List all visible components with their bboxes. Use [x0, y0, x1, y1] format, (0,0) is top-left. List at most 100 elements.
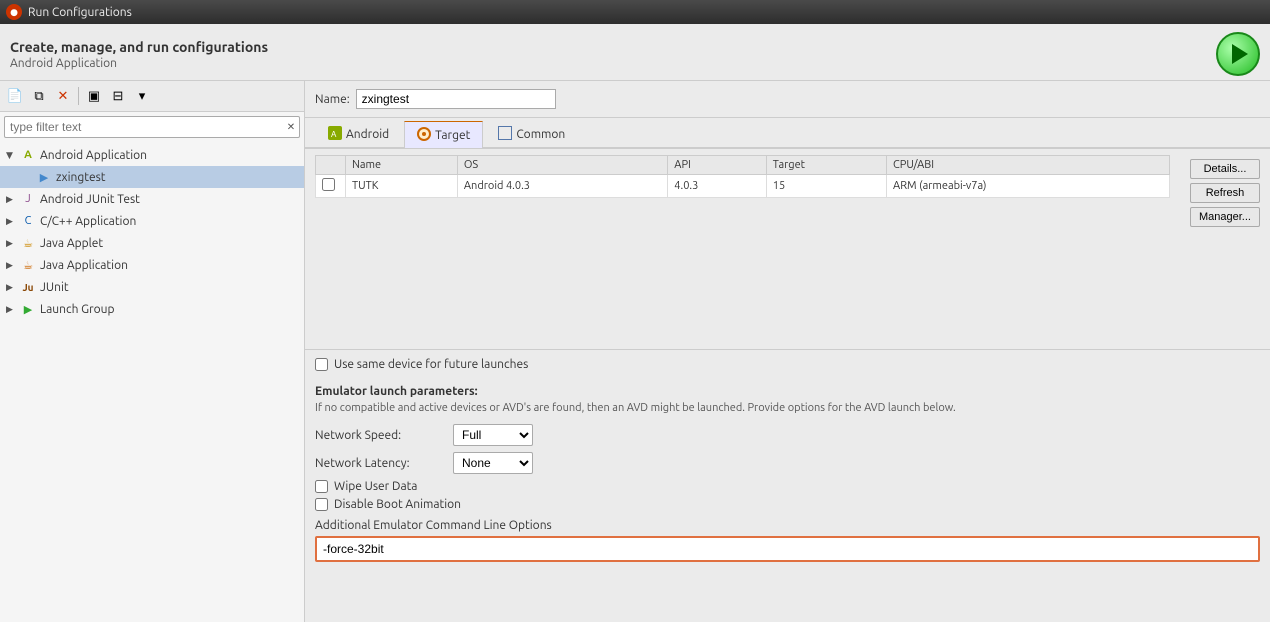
cmdline-input[interactable]: [315, 536, 1260, 562]
collapse-icon: ⊟: [113, 88, 124, 104]
toolbar-sep-1: [78, 87, 79, 105]
sidebar: 📄 ⧉ ✕ ▣ ⊟ ▾: [0, 81, 305, 622]
header-title: Create, manage, and run configurations: [10, 39, 268, 55]
title-bar: ● Run Configurations: [0, 0, 1270, 24]
row-target-cell: 15: [766, 175, 886, 198]
new-config-button[interactable]: 📄: [4, 85, 26, 107]
tree-group-launch-header[interactable]: ▶ ▶ Launch Group: [0, 298, 304, 320]
tree-group-launch: ▶ ▶ Launch Group: [0, 298, 304, 320]
expand-icon-junit2: ▶: [6, 282, 16, 293]
sidebar-toolbar: 📄 ⧉ ✕ ▣ ⊟ ▾: [0, 81, 304, 112]
name-row: Name:: [305, 81, 1270, 118]
tab-target-label: Target: [435, 129, 470, 142]
launch-icon: ▶: [20, 301, 36, 317]
wipe-user-data-label: Wipe User Data: [334, 480, 417, 493]
window-title: Run Configurations: [28, 6, 132, 19]
content-area: 📄 ⧉ ✕ ▣ ⊟ ▾: [0, 81, 1270, 622]
tree-group-android-header[interactable]: ▼ A Android Application: [0, 144, 304, 166]
tree-group-cpp: ▶ C C/C++ Application: [0, 210, 304, 232]
network-speed-select[interactable]: Full GPRS EDGE UMTS HSPDA LTE EVDO: [453, 424, 533, 446]
row-api-cell: 4.0.3: [668, 175, 766, 198]
tree-item-zxingtest-label: zxingtest: [56, 171, 106, 184]
duplicate-icon: ⧉: [34, 88, 43, 104]
java-applet-icon: ☕: [20, 235, 36, 251]
expand-icon-java-app: ▶: [6, 260, 16, 271]
collapse-button[interactable]: ⊟: [107, 85, 129, 107]
new-icon: 📄: [7, 88, 23, 104]
emulator-section: Emulator launch parameters: If no compat…: [305, 379, 1270, 622]
refresh-button[interactable]: Refresh: [1190, 183, 1260, 203]
common-tab-icon: [498, 126, 512, 143]
tree-group-android-junit: ▶ J Android JUnit Test: [0, 188, 304, 210]
header-subtitle: Android Application: [10, 57, 268, 70]
name-input[interactable]: [356, 89, 556, 109]
filter-button[interactable]: ▣: [83, 85, 105, 107]
expand-icon-applet: ▶: [6, 238, 16, 249]
emulator-section-title: Emulator launch parameters:: [315, 385, 1260, 398]
use-same-device-row: Use same device for future launches: [305, 349, 1270, 379]
more-icon: ▾: [139, 88, 146, 104]
header-text: Create, manage, and run configurations A…: [10, 39, 268, 70]
row-check-cell: [316, 175, 346, 198]
java-app-icon: ☕: [20, 257, 36, 273]
network-latency-select[interactable]: None GPRS EDGE UMTS: [453, 452, 533, 474]
tree-group-junit-label: JUnit: [40, 281, 69, 294]
junit-icon: Ju: [20, 279, 36, 295]
expand-icon-junit: ▶: [6, 194, 16, 205]
delete-icon: ✕: [58, 88, 69, 104]
main-panel: Name: A Android: [305, 81, 1270, 622]
details-button[interactable]: Details...: [1190, 159, 1260, 179]
header: Create, manage, and run configurations A…: [0, 24, 1270, 81]
row-name-cell: TUTK: [346, 175, 458, 198]
delete-button[interactable]: ✕: [52, 85, 74, 107]
run-button[interactable]: [1216, 32, 1260, 76]
network-latency-label: Network Latency:: [315, 457, 445, 470]
use-same-device-checkbox[interactable]: [315, 358, 328, 371]
device-table-area: Name OS API Target CPU/ABI: [305, 149, 1270, 349]
network-speed-label: Network Speed:: [315, 429, 445, 442]
tab-android-label: Android: [346, 128, 389, 141]
device-checkbox[interactable]: [322, 178, 335, 191]
tree-group-java-applet-label: Java Applet: [40, 237, 103, 250]
android-junit-icon: J: [20, 191, 36, 207]
android-group-icon: A: [20, 147, 36, 163]
tab-target[interactable]: Target: [404, 121, 483, 148]
use-same-device-label: Use same device for future launches: [334, 358, 528, 371]
network-latency-row: Network Latency: None GPRS EDGE UMTS: [315, 452, 1260, 474]
col-os: OS: [457, 156, 667, 175]
tab-bar: A Android Target: [305, 118, 1270, 149]
expand-icon-cpp: ▶: [6, 216, 16, 227]
name-label: Name:: [315, 93, 350, 106]
col-check: [316, 156, 346, 175]
tree-group-android-junit-header[interactable]: ▶ J Android JUnit Test: [0, 188, 304, 210]
col-target: Target: [766, 156, 886, 175]
tree-group-android: ▼ A Android Application ▶ zxingtest: [0, 144, 304, 188]
tree-group-java-app-header[interactable]: ▶ ☕ Java Application: [0, 254, 304, 276]
more-button[interactable]: ▾: [131, 85, 153, 107]
target-tab-icon: [417, 127, 431, 144]
wipe-user-data-checkbox[interactable]: [315, 480, 328, 493]
tab-common[interactable]: Common: [485, 121, 578, 147]
expand-icon-launch: ▶: [6, 304, 16, 315]
tree-group-cpp-label: C/C++ Application: [40, 215, 136, 228]
tab-android[interactable]: A Android: [315, 121, 402, 147]
filter-input[interactable]: [5, 117, 283, 137]
manager-button[interactable]: Manager...: [1190, 207, 1260, 227]
tree-group-junit: ▶ Ju JUnit: [0, 276, 304, 298]
tree-group-cpp-header[interactable]: ▶ C C/C++ Application: [0, 210, 304, 232]
filter-clear-button[interactable]: ✕: [283, 119, 299, 135]
disable-boot-checkbox[interactable]: [315, 498, 328, 511]
row-cpu-cell: ARM (armeabi-v7a): [887, 175, 1170, 198]
android-tab-icon: A: [328, 126, 342, 143]
col-name: Name: [346, 156, 458, 175]
duplicate-button[interactable]: ⧉: [28, 85, 50, 107]
tree-group-java-app-label: Java Application: [40, 259, 128, 272]
tree-group-java-applet-header[interactable]: ▶ ☕ Java Applet: [0, 232, 304, 254]
svg-text:A: A: [331, 130, 337, 139]
col-cpu: CPU/ABI: [887, 156, 1170, 175]
tree-group-android-junit-label: Android JUnit Test: [40, 193, 140, 206]
tree-item-zxingtest[interactable]: ▶ zxingtest: [0, 166, 304, 188]
config-tree: ▼ A Android Application ▶ zxingtest: [0, 142, 304, 622]
tree-group-launch-label: Launch Group: [40, 303, 115, 316]
tree-group-junit-header[interactable]: ▶ Ju JUnit: [0, 276, 304, 298]
